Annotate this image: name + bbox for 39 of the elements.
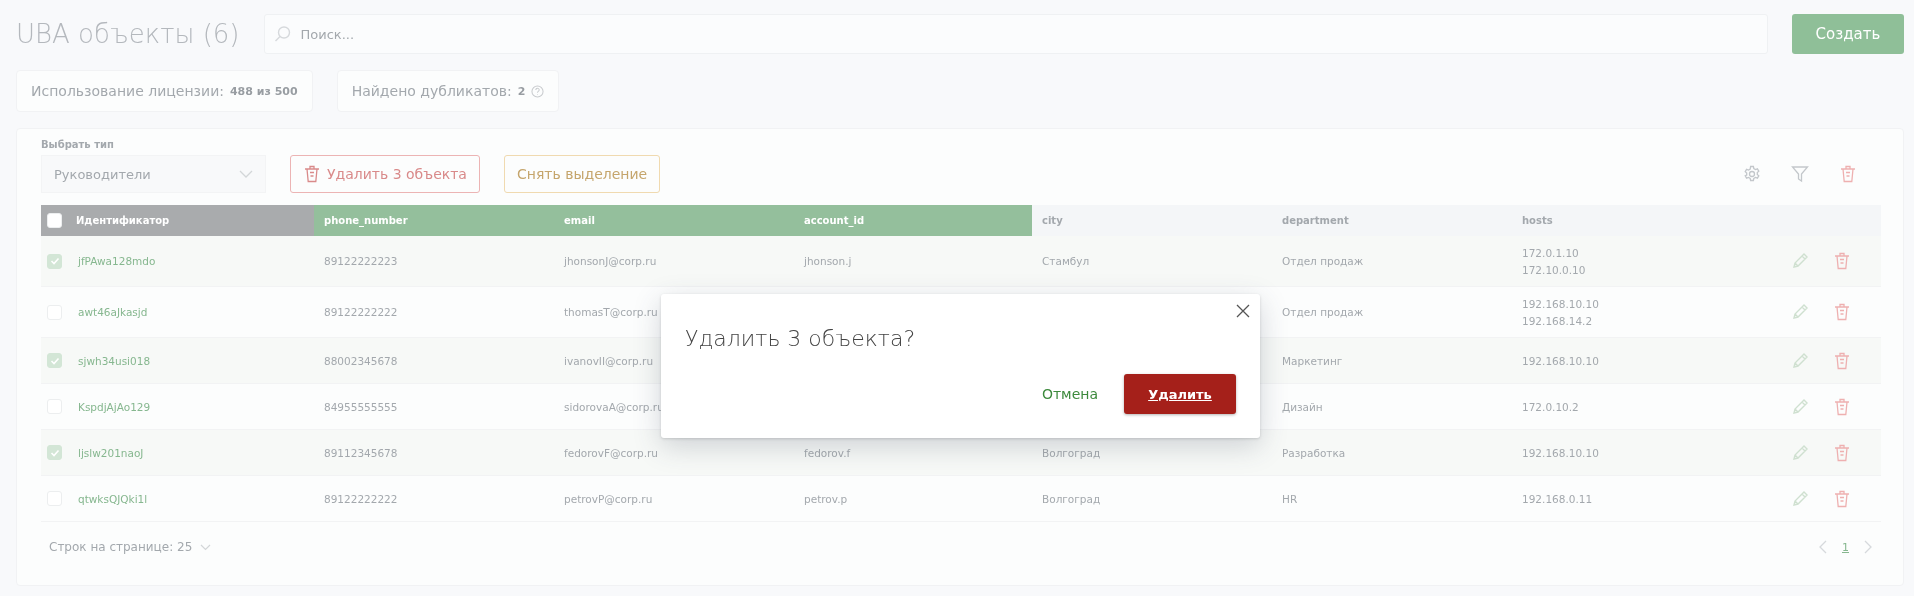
host-cell-text: 172.0.10.2 [1522, 400, 1580, 413]
host-cell-text: 192.168.10.10 [1522, 297, 1600, 310]
account-cell-text: fedorov.f [804, 446, 852, 459]
department-cell-text: Отдел продаж [1282, 255, 1365, 267]
stat-value: 2 [517, 84, 526, 98]
email-cell-text: jhonsonJ@corp.ru [564, 255, 658, 267]
email-cell-text: sidorovaA@corp.ru [564, 400, 665, 413]
department-cell-text: Маркетинг [1282, 354, 1344, 367]
email-cell-text: fedorovF@corp.ru [564, 446, 659, 459]
account-cell-text: petrov.p [804, 492, 849, 505]
host-cell-text: 192.168.14.2 [1522, 314, 1594, 327]
stat-value: 488 из 500 [229, 84, 298, 98]
phone-cell-text: 89112345678 [324, 446, 399, 459]
dialog-title: Удалить 3 объекта? [685, 326, 917, 351]
stat-label: Использование лицензии: [31, 83, 224, 99]
email-cell-text: thomasT@corp.ru [564, 306, 659, 318]
department-cell-text: Дизайн [1282, 400, 1324, 413]
phone-cell-text: 89122222222 [324, 306, 399, 318]
page-title: UBA объекты (6) [16, 19, 240, 49]
account-cell-text: jhonson.j [804, 255, 853, 267]
email-cell-text: ivanovII@corp.ru [564, 354, 655, 367]
host-cell-text: 192.168.0.11 [1522, 492, 1594, 505]
department-cell-text: Отдел продаж [1282, 306, 1365, 318]
city-cell-text: Волгоград [1042, 492, 1102, 505]
host-cell-text: 192.168.10.10 [1522, 354, 1600, 367]
phone-cell-text: 88002345678 [324, 354, 399, 367]
host-cell-text: 192.168.10.10 [1522, 446, 1600, 459]
host-cell-text: 172.0.1.10 [1522, 246, 1580, 259]
stat-label: Найдено дубликатов: [351, 83, 512, 99]
city-cell-text: Стамбул [1042, 255, 1091, 267]
department-cell-text: HR [1282, 492, 1299, 505]
host-cell-text: 172.10.0.10 [1522, 263, 1587, 276]
phone-cell-text: 89122222222 [324, 492, 399, 505]
email-cell-text: petrovP@corp.ru [564, 492, 654, 505]
field-label: Выбрать тип [41, 139, 115, 150]
city-cell-text: Волгоград [1042, 446, 1102, 459]
phone-cell-text: 84955555555 [324, 400, 399, 413]
phone-cell-text: 89122222223 [324, 255, 399, 267]
department-cell-text: Разработка [1282, 446, 1347, 459]
